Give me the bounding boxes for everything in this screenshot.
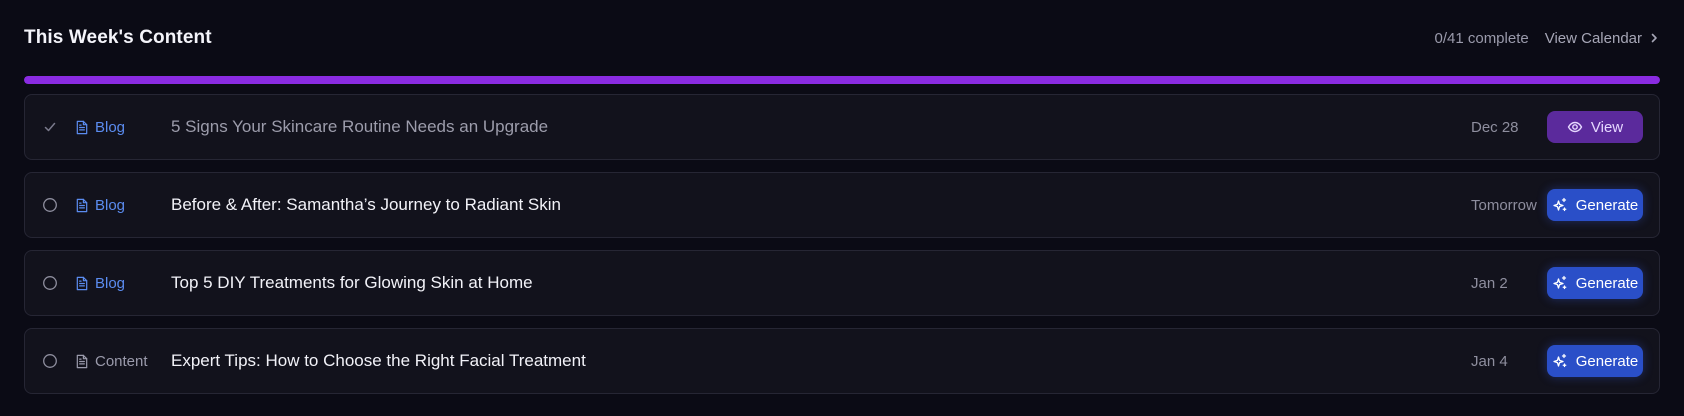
action-label: Generate <box>1575 274 1639 292</box>
document-icon <box>75 120 89 135</box>
status-circle-icon[interactable] <box>42 197 58 213</box>
content-type-tag: Content <box>75 353 171 370</box>
generate-button[interactable]: Generate <box>1547 345 1643 377</box>
weekly-content-panel: This Week's Content 0/41 complete View C… <box>0 0 1684 416</box>
status-circle-icon[interactable] <box>42 353 58 369</box>
eye-icon <box>1567 119 1583 135</box>
document-icon <box>75 198 89 213</box>
content-type-tag: Blog <box>75 119 171 136</box>
content-title[interactable]: Before & After: Samantha’s Journey to Ra… <box>171 195 1471 215</box>
content-title[interactable]: Expert Tips: How to Choose the Right Fac… <box>171 351 1471 371</box>
header-actions: 0/41 complete View Calendar <box>1434 30 1660 47</box>
generate-button[interactable]: Generate <box>1547 267 1643 299</box>
due-date: Jan 2 <box>1471 274 1508 292</box>
content-row[interactable]: Content Expert Tips: How to Choose the R… <box>24 328 1660 394</box>
panel-header: This Week's Content 0/41 complete View C… <box>24 0 1660 76</box>
progress-bar-fill <box>24 76 1660 84</box>
document-icon <box>75 354 89 369</box>
content-title[interactable]: Top 5 DIY Treatments for Glowing Skin at… <box>171 273 1471 293</box>
content-title[interactable]: 5 Signs Your Skincare Routine Needs an U… <box>171 117 1471 137</box>
content-type-tag: Blog <box>75 275 171 292</box>
content-type-tag: Blog <box>75 197 171 214</box>
progress-bar <box>24 76 1660 84</box>
status-circle-icon[interactable] <box>42 275 58 291</box>
generate-button[interactable]: Generate <box>1547 189 1643 221</box>
content-list: Blog 5 Signs Your Skincare Routine Needs… <box>24 94 1660 394</box>
action-label: Generate <box>1575 196 1639 214</box>
content-type-label: Content <box>95 352 148 370</box>
content-row[interactable]: Blog 5 Signs Your Skincare Routine Needs… <box>24 94 1660 160</box>
content-row[interactable]: Blog Before & After: Samantha’s Journey … <box>24 172 1660 238</box>
due-date: Tomorrow <box>1471 196 1537 214</box>
due-date: Jan 4 <box>1471 352 1508 370</box>
action-label: View <box>1590 118 1624 136</box>
progress-count: 0/41 complete <box>1434 29 1529 47</box>
view-calendar-link[interactable]: View Calendar <box>1545 30 1660 47</box>
content-row[interactable]: Blog Top 5 DIY Treatments for Glowing Sk… <box>24 250 1660 316</box>
sparkles-icon <box>1552 353 1568 369</box>
sparkles-icon <box>1552 197 1568 213</box>
completed-check-icon[interactable] <box>42 119 58 135</box>
panel-title: This Week's Content <box>24 27 212 48</box>
content-type-label: Blog <box>95 274 126 292</box>
view-button[interactable]: View <box>1547 111 1643 143</box>
sparkles-icon <box>1552 275 1568 291</box>
view-calendar-label: View Calendar <box>1544 29 1642 47</box>
content-type-label: Blog <box>95 118 126 136</box>
content-type-label: Blog <box>95 196 126 214</box>
due-date: Dec 28 <box>1471 118 1519 136</box>
chevron-right-icon <box>1651 33 1657 43</box>
document-icon <box>75 276 89 291</box>
action-label: Generate <box>1575 352 1639 370</box>
